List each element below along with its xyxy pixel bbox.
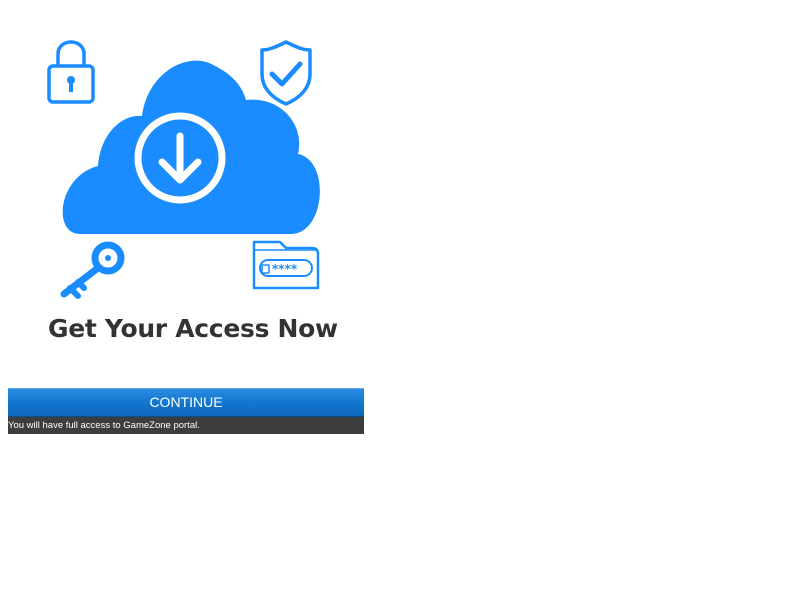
- cloud-download-icon: [62, 60, 320, 234]
- shield-check-icon: [260, 40, 312, 106]
- continue-button[interactable]: CONTINUE: [8, 388, 364, 417]
- page-title: Get Your Access Now: [48, 314, 338, 343]
- key-icon: [60, 241, 125, 299]
- cta-panel: CONTINUE You will have full access to Ga…: [8, 388, 364, 434]
- password-mask: ****: [272, 262, 298, 276]
- hero-illustration: ****: [40, 36, 330, 300]
- access-note: You will have full access to GameZone po…: [8, 417, 364, 434]
- lock-icon: [47, 40, 95, 104]
- password-folder-icon: ****: [252, 240, 320, 290]
